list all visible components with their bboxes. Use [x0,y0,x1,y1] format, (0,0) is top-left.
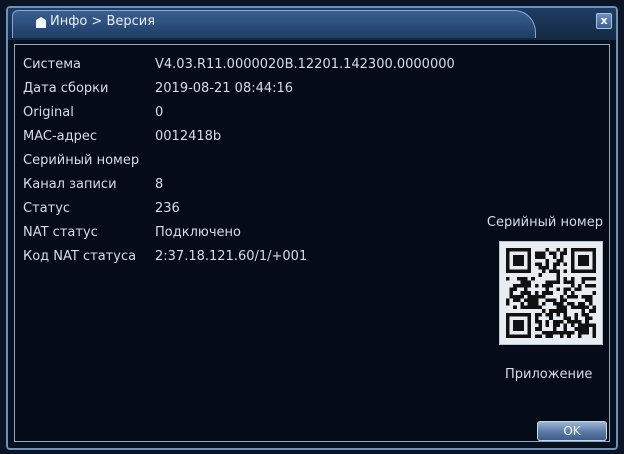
info-label: Статус [23,201,71,216]
qr-serial-caption: Серийный номер [486,215,603,230]
ok-button[interactable]: OK [537,421,607,441]
info-value: 0012418b [155,129,222,144]
info-label: Система [23,57,82,72]
dialog-title: Инфо > Версия [50,14,156,29]
info-value: 0 [155,105,164,120]
info-value: V4.03.R11.0000020B.12201.142300.0000000 [155,57,455,72]
version-dialog: Инфо > Версия x Система V4.03.R11.000002… [6,6,618,450]
info-value: Подключено [155,225,241,240]
info-label: Канал записи [23,177,117,192]
close-button[interactable]: x [596,13,612,29]
qr-code [499,241,603,345]
info-icon [36,17,46,28]
info-label: MAC-адрес [23,129,98,144]
info-value: 8 [155,177,164,192]
info-label: Original [23,105,74,120]
info-value: 2019-08-21 08:44:16 [155,81,294,96]
info-value: 2:37.18.121.60/1/+001 [155,249,308,264]
info-value: 236 [155,201,180,216]
info-panel: Система V4.03.R11.0000020B.12201.142300.… [14,44,610,442]
info-label: Код NAT статуса [23,249,137,264]
qr-app-caption: Приложение [505,367,593,382]
title-bar: Инфо > Версия x [8,8,616,40]
info-label: Дата сборки [23,81,109,96]
info-label: NAT статус [23,225,98,240]
info-label: Серийный номер [23,153,140,168]
qr-code-icon [506,248,596,338]
